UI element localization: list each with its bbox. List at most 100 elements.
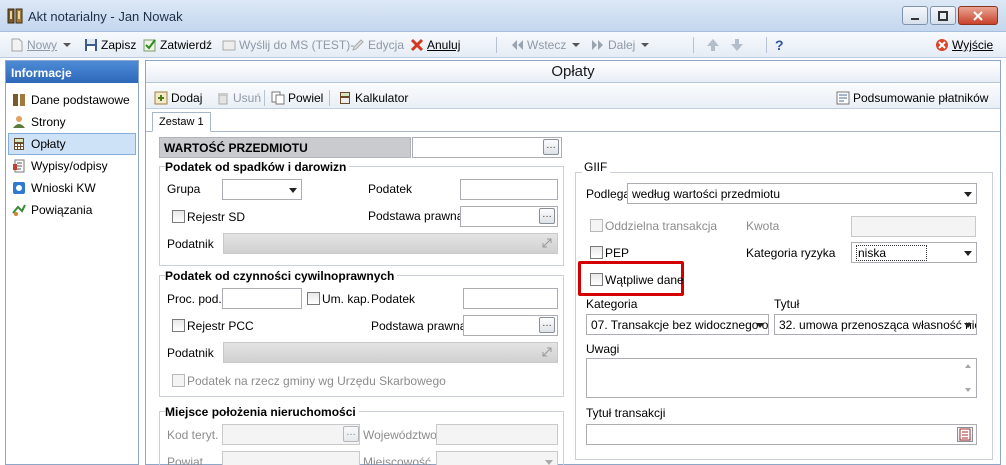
move-down-button[interactable] bbox=[730, 36, 744, 54]
close-button[interactable] bbox=[958, 6, 998, 25]
civil-taxpayer-input[interactable] bbox=[223, 342, 558, 363]
move-up-button[interactable] bbox=[706, 36, 720, 54]
um-kap-checkbox[interactable] bbox=[307, 292, 320, 305]
remove-label: Usuń bbox=[233, 91, 262, 105]
register-sd-label: Rejestr SD bbox=[187, 210, 246, 224]
pep-checkbox[interactable] bbox=[590, 246, 603, 259]
chevron-down-icon bbox=[289, 188, 297, 193]
remove-button[interactable]: Usuń bbox=[216, 89, 261, 107]
terr-code-input[interactable] bbox=[222, 424, 360, 445]
sidebar-item-wnioski-kw[interactable]: Wnioski KW bbox=[6, 177, 138, 199]
list-icon bbox=[959, 428, 971, 441]
toolbar-separator bbox=[496, 37, 497, 53]
save-button[interactable]: Zapisz bbox=[84, 36, 136, 54]
maximize-icon bbox=[938, 10, 948, 21]
proc-pod-input[interactable] bbox=[222, 288, 302, 309]
title-value: 32. umowa przenosząca własność nie bbox=[779, 318, 977, 332]
calculator-icon bbox=[340, 92, 350, 104]
notes-textarea[interactable] bbox=[586, 358, 977, 398]
sidebar-item-strony[interactable]: Strony bbox=[6, 111, 138, 133]
minimize-button[interactable] bbox=[902, 6, 928, 25]
confirm-button[interactable]: Zatwierdź bbox=[143, 36, 212, 54]
sidebar-item-oplaty[interactable]: Opłaty bbox=[8, 133, 136, 155]
chevron-down-icon bbox=[63, 43, 72, 47]
amount-input[interactable] bbox=[851, 216, 976, 237]
chevron-down-icon bbox=[756, 323, 764, 328]
close-icon bbox=[973, 10, 983, 21]
back-button[interactable]: Wstecz bbox=[510, 36, 581, 54]
payers-summary-button[interactable]: Podsumowanie płatników bbox=[836, 89, 988, 107]
notes-scrollbar[interactable] bbox=[962, 361, 974, 395]
title-select[interactable]: 32. umowa przenosząca własność nie bbox=[774, 314, 977, 335]
new-document-icon bbox=[11, 38, 23, 52]
ellipsis-icon: … bbox=[542, 209, 552, 220]
voivodeship-input[interactable] bbox=[436, 424, 558, 445]
group-label: Grupa bbox=[167, 182, 201, 196]
chevron-down-icon bbox=[964, 323, 972, 328]
municipality-tax-checkbox[interactable] bbox=[172, 374, 185, 387]
inheritance-tax-title: Podatek od spadków i darowizn bbox=[165, 160, 350, 174]
risk-category-select[interactable]: niska bbox=[851, 242, 977, 263]
sidebar-item-dane-podstawowe[interactable]: Dane podstawowe bbox=[6, 89, 138, 111]
locality-select[interactable] bbox=[436, 451, 558, 465]
sidebar-item-wypisy-odpisy[interactable]: Wypisy/odpisy bbox=[6, 155, 138, 177]
inheritance-legal-basis-picker[interactable]: … bbox=[539, 208, 555, 224]
help-button[interactable]: ? bbox=[775, 36, 784, 54]
send-button[interactable]: Wyślij do MS (TEST)- bbox=[222, 36, 354, 54]
transaction-title-picker[interactable] bbox=[957, 427, 973, 442]
subject-value-input[interactable] bbox=[412, 137, 562, 158]
civil-legal-basis-picker[interactable]: … bbox=[539, 317, 555, 333]
proc-pod-label: Proc. pod. bbox=[167, 292, 222, 306]
category-select[interactable]: 07. Transakcje bez widocznego ol bbox=[586, 314, 769, 335]
maximize-button[interactable] bbox=[930, 6, 956, 25]
subject-value-header: WARTOŚĆ PRZEDMIOTU bbox=[159, 137, 411, 158]
confirm-label: Zatwierdź bbox=[160, 38, 213, 52]
group-select[interactable] bbox=[222, 179, 302, 200]
double-right-arrow-icon bbox=[592, 40, 603, 50]
subject-value-picker-button[interactable]: … bbox=[543, 139, 559, 155]
sidebar-item-label: Wypisy/odpisy bbox=[31, 159, 108, 173]
transaction-title-input[interactable] bbox=[586, 424, 977, 445]
doubtful-data-label: Wątpliwe dane bbox=[605, 273, 684, 287]
giif-basis-select[interactable]: według wartości przedmiotu bbox=[627, 183, 977, 204]
person-icon bbox=[13, 116, 25, 128]
separate-transaction-label: Oddzielna transakcja bbox=[605, 219, 718, 233]
calculator-label: Kalkulator bbox=[355, 91, 409, 105]
add-button[interactable]: Dodaj bbox=[154, 89, 202, 107]
doubtful-data-checkbox[interactable] bbox=[590, 273, 603, 286]
tab-strip-line bbox=[146, 131, 1000, 132]
county-input[interactable] bbox=[222, 451, 360, 465]
duplicate-button[interactable]: Powiel bbox=[271, 89, 323, 107]
exit-icon bbox=[936, 39, 948, 51]
next-button[interactable]: Dalej bbox=[591, 36, 650, 54]
new-button[interactable]: Nowy bbox=[10, 36, 72, 54]
exit-button[interactable]: Wyjście bbox=[935, 36, 993, 54]
giif-title: GIIF bbox=[582, 160, 611, 174]
pencil-icon bbox=[352, 39, 364, 51]
category-value: 07. Transakcje bez widocznego ol bbox=[591, 318, 769, 332]
window-title: Akt notarialny - Jan Nowak bbox=[28, 9, 183, 24]
civil-tax-input[interactable] bbox=[463, 288, 558, 309]
book-icon bbox=[13, 94, 25, 106]
civil-taxpayer-label: Podatnik bbox=[167, 346, 214, 360]
help-icon: ? bbox=[775, 37, 784, 53]
chevron-down-icon bbox=[964, 251, 972, 256]
sidebar-item-powiazania[interactable]: Powiązania bbox=[6, 199, 138, 221]
checkmark-icon bbox=[143, 39, 156, 52]
register-sd-checkbox[interactable] bbox=[172, 210, 185, 223]
terr-code-picker[interactable]: … bbox=[343, 426, 359, 442]
title-label: Tytuł bbox=[774, 297, 800, 311]
tab-zestaw-1[interactable]: Zestaw 1 bbox=[152, 112, 211, 132]
edit-button[interactable]: Edycja bbox=[351, 36, 404, 54]
sub-toolbar: Dodaj Usuń Powiel Kalkulator Podsumowani… bbox=[146, 85, 1000, 109]
register-pcc-checkbox[interactable] bbox=[172, 319, 185, 332]
calculator-icon bbox=[14, 138, 24, 150]
cancel-button[interactable]: Anuluj bbox=[410, 36, 460, 54]
chevron-down-icon bbox=[964, 192, 972, 197]
inheritance-tax-input[interactable] bbox=[460, 179, 558, 200]
calculator-button[interactable]: Kalkulator bbox=[338, 89, 408, 107]
inheritance-taxpayer-input[interactable] bbox=[223, 233, 558, 254]
kw-icon bbox=[13, 182, 25, 194]
sidebar-item-label: Opłaty bbox=[31, 137, 66, 151]
separate-transaction-checkbox[interactable] bbox=[590, 219, 603, 232]
